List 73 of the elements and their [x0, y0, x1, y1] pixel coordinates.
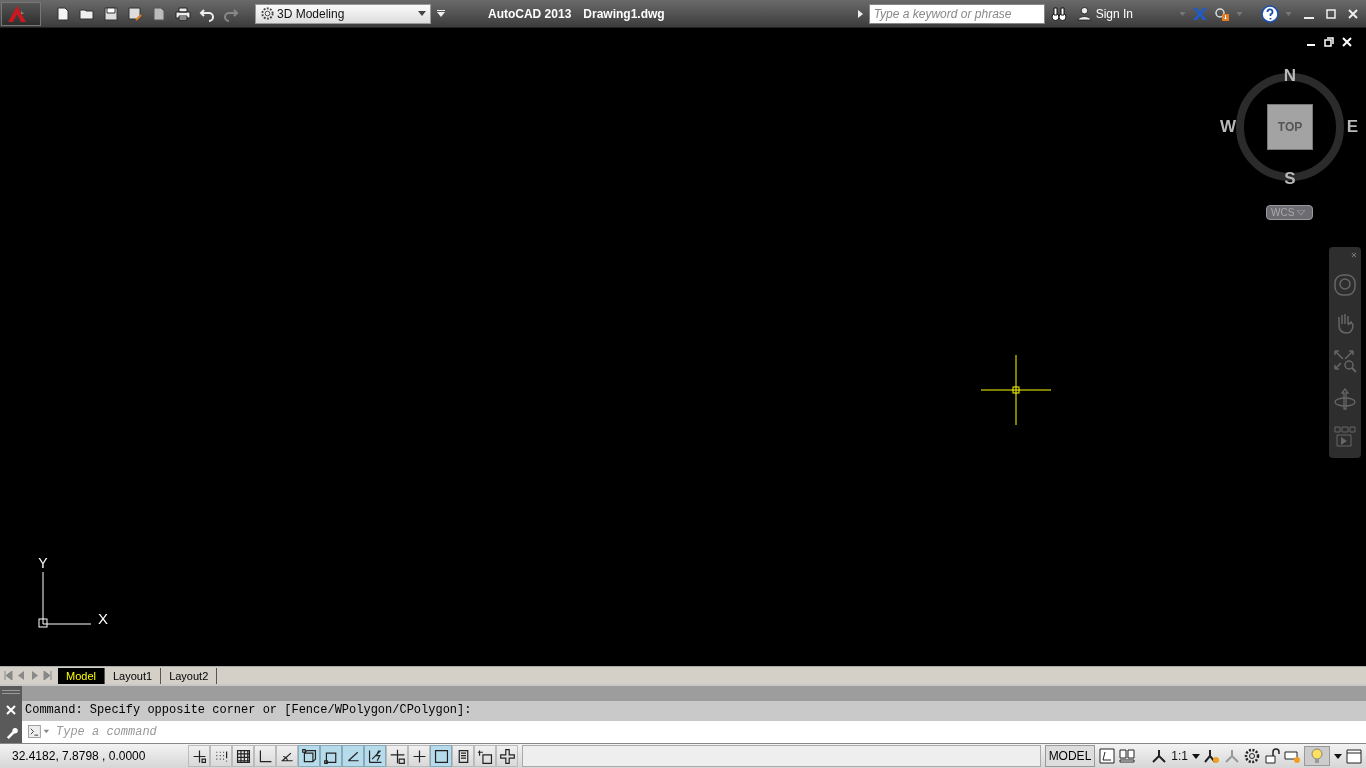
- ucs-axes-drawing: Y X: [33, 558, 113, 628]
- quick-view-icon[interactable]: [1119, 748, 1136, 764]
- drafting-toggle-button[interactable]: [386, 745, 408, 767]
- layout-viewport-icon[interactable]: [1099, 748, 1116, 764]
- caret-icon: [418, 11, 426, 16]
- new-file-icon[interactable]: [55, 5, 71, 22]
- drafting-toggle-button[interactable]: [298, 745, 320, 767]
- layout-tab[interactable]: Model: [58, 667, 105, 684]
- save-icon[interactable]: [103, 5, 119, 22]
- annotation-scale-value[interactable]: 1:1: [1171, 749, 1188, 763]
- crosshair-cursor-icon: [981, 355, 1051, 425]
- application-menu-button[interactable]: [1, 1, 41, 26]
- document-title: Drawing1.dwg: [583, 6, 665, 21]
- expand-arrow-icon[interactable]: [857, 9, 863, 18]
- drafting-toggle-button[interactable]: [364, 745, 386, 767]
- plot-icon[interactable]: [151, 5, 167, 22]
- drafting-aid-icon: [234, 747, 252, 765]
- command-input-field[interactable]: Type a command: [22, 721, 1366, 743]
- printer-icon[interactable]: [175, 5, 191, 22]
- annotation-scale-icon[interactable]: [1151, 748, 1168, 764]
- hardware-acceleration-icon[interactable]: [1284, 748, 1300, 764]
- app-title: AutoCAD 2013: [487, 6, 572, 21]
- drafting-aid-icon: [300, 747, 318, 765]
- zoom-icon[interactable]: [1333, 349, 1357, 373]
- showmotion-icon[interactable]: [1333, 425, 1357, 449]
- light-bulb-icon: [1311, 748, 1323, 764]
- user-icon: [1076, 6, 1092, 21]
- drafting-aid-icon: [366, 747, 384, 765]
- drafting-toggle-button[interactable]: [342, 745, 364, 767]
- north-label[interactable]: N: [1283, 67, 1297, 84]
- drafting-toggle-button[interactable]: [276, 745, 298, 767]
- maximize-icon[interactable]: [1326, 8, 1336, 19]
- workspace-name: 3D Modeling: [277, 6, 346, 21]
- drafting-toggle-button[interactable]: [232, 745, 254, 767]
- help-icon[interactable]: [1261, 4, 1279, 23]
- west-label[interactable]: W: [1220, 118, 1237, 135]
- search-field[interactable]: Type a keyword or phrase: [868, 3, 1045, 24]
- model-space-button[interactable]: MODEL: [1044, 745, 1096, 767]
- binoculars-icon[interactable]: [1050, 5, 1067, 22]
- customize-caret-icon[interactable]: [437, 10, 445, 17]
- drafting-toggle-button[interactable]: [430, 745, 452, 767]
- drafting-toggle-button[interactable]: [474, 745, 496, 767]
- restore-icon[interactable]: [1324, 37, 1334, 47]
- gear-icon[interactable]: [1244, 748, 1260, 764]
- wrench-icon[interactable]: [4, 726, 18, 739]
- coordinates-readout: 32.4182, 7.8798 , 0.0000: [11, 749, 147, 763]
- drafting-aid-icon: [432, 747, 450, 765]
- drafting-toggle-button[interactable]: [452, 745, 474, 767]
- command-prompt-icon[interactable]: [28, 725, 50, 738]
- drafting-toggle-button[interactable]: [496, 745, 518, 767]
- workspace-dropdown[interactable]: 3D Modeling: [255, 3, 431, 24]
- lock-icon[interactable]: [1264, 748, 1280, 764]
- drafting-aid-icon: [498, 747, 516, 765]
- sign-in-button[interactable]: Sign In: [1072, 6, 1173, 21]
- caret-icon: [1297, 210, 1306, 215]
- drafting-toggle-button[interactable]: [408, 745, 430, 767]
- steering-wheel-icon[interactable]: [1333, 273, 1357, 297]
- caret-icon[interactable]: [1334, 753, 1342, 759]
- grip-icon[interactable]: [2, 690, 20, 694]
- save-as-icon[interactable]: [127, 5, 143, 22]
- drafting-aid-icon: [388, 747, 406, 765]
- download-icon[interactable]: [1214, 5, 1230, 22]
- gear-icon: [260, 6, 275, 21]
- caret-icon[interactable]: [1192, 753, 1200, 759]
- east-label[interactable]: E: [1346, 118, 1358, 135]
- drafting-toggle-button[interactable]: [254, 745, 276, 767]
- drafting-toggle-button[interactable]: [188, 745, 210, 767]
- drafting-toggle-button[interactable]: [320, 745, 342, 767]
- letter-a-logo-icon: [6, 4, 28, 23]
- clean-screen-icon[interactable]: [1346, 748, 1362, 764]
- annotation-visibility-icon[interactable]: [1204, 748, 1220, 764]
- drafting-toggle-button[interactable]: [210, 745, 232, 767]
- south-label[interactable]: S: [1284, 170, 1296, 187]
